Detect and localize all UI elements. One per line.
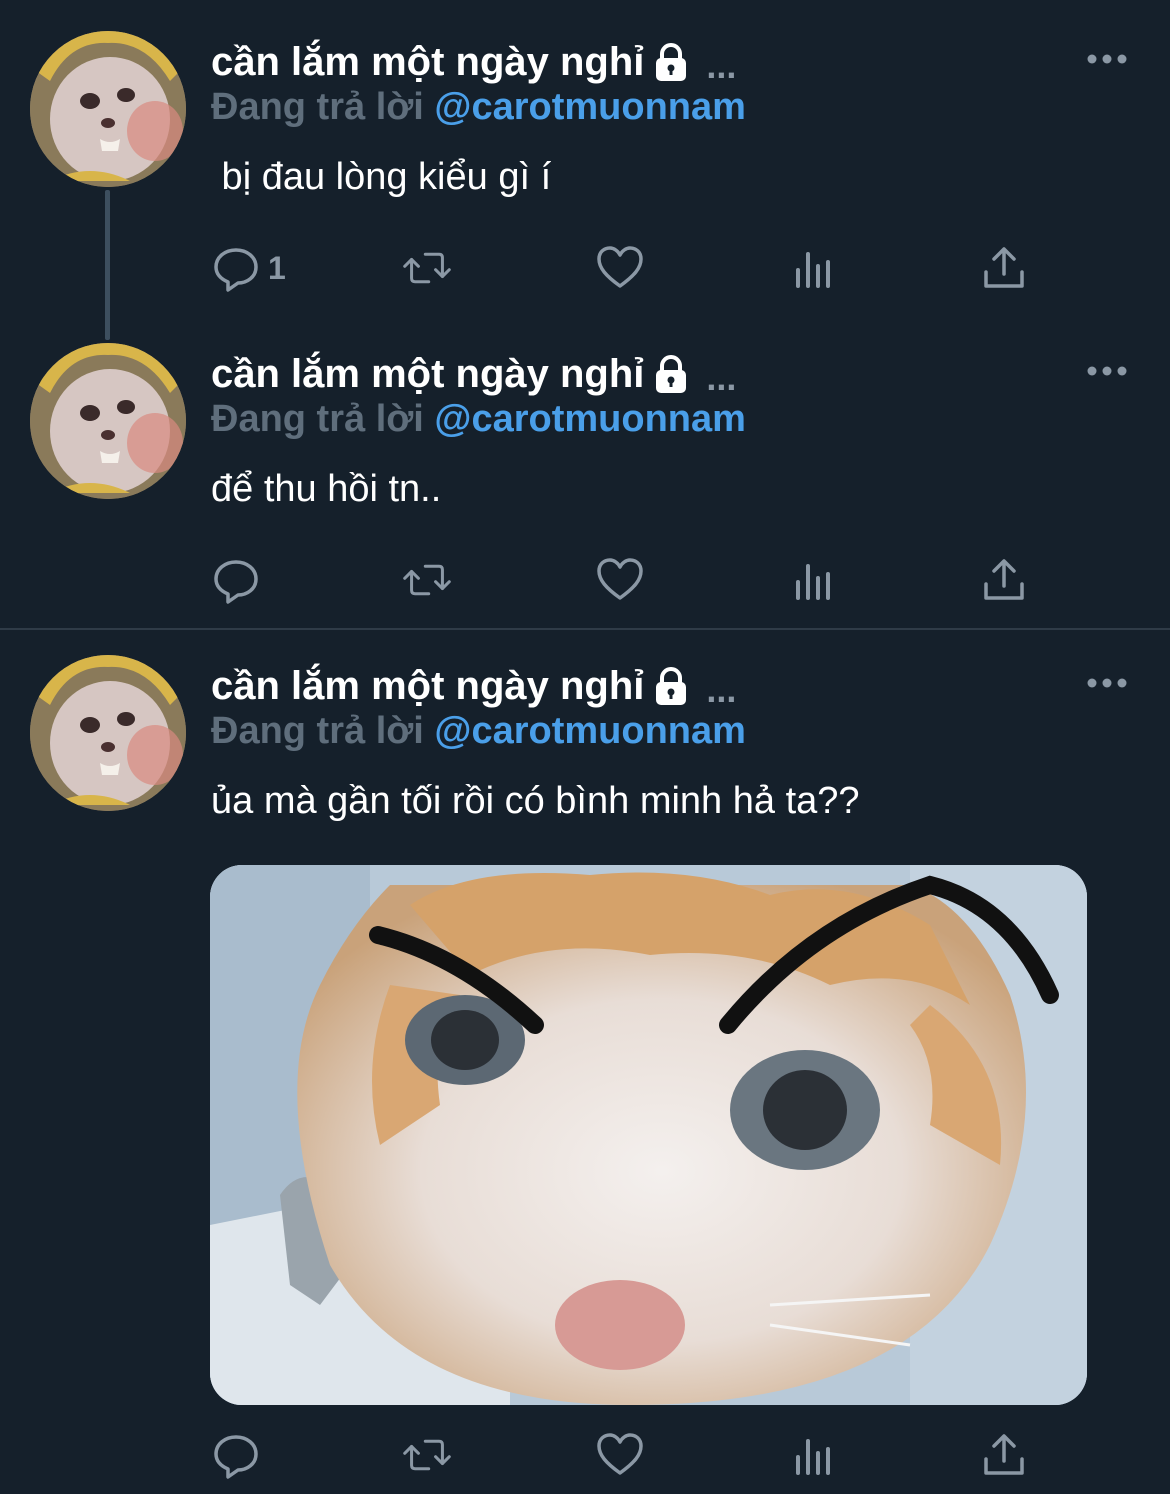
name-truncation: ... bbox=[706, 357, 737, 398]
action-bar bbox=[0, 550, 1170, 610]
name-truncation: ... bbox=[706, 45, 737, 86]
reply-handle-link[interactable]: @carotmuonnam bbox=[434, 398, 746, 440]
name-truncation: ... bbox=[706, 669, 737, 710]
display-name[interactable]: cần lắm một ngày nghỉ bbox=[211, 352, 644, 397]
display-name-row[interactable]: cần lắm một ngày nghỉ ... bbox=[211, 350, 737, 399]
analytics-button[interactable] bbox=[790, 1425, 838, 1485]
replying-to-label: Đang trả lời bbox=[211, 86, 424, 128]
share-icon bbox=[984, 559, 1024, 600]
retweet-button[interactable] bbox=[403, 1425, 451, 1485]
reply-icon bbox=[214, 248, 258, 292]
analytics-button[interactable] bbox=[790, 550, 838, 610]
heart-icon bbox=[597, 558, 643, 600]
reply-button[interactable] bbox=[212, 1425, 268, 1485]
lock-icon bbox=[650, 41, 692, 83]
reply-handle-link[interactable]: @carotmuonnam bbox=[434, 86, 746, 128]
replying-to: Đang trả lời @carotmuonnam bbox=[211, 710, 746, 756]
tweet-1[interactable]: cần lắm một ngày nghỉ ... Đang trả lời @… bbox=[0, 0, 1170, 340]
avatar[interactable] bbox=[30, 31, 186, 187]
lock-icon bbox=[650, 665, 692, 707]
avatar[interactable] bbox=[30, 343, 186, 499]
display-name-row[interactable]: cần lắm một ngày nghỉ ... bbox=[211, 38, 737, 87]
retweet-button[interactable] bbox=[403, 550, 451, 610]
display-name[interactable]: cần lắm một ngày nghỉ bbox=[211, 664, 644, 709]
reply-handle-link[interactable]: @carotmuonnam bbox=[434, 710, 746, 752]
like-button[interactable] bbox=[596, 238, 644, 298]
replying-to: Đang trả lời @carotmuonnam bbox=[211, 86, 746, 132]
tweet-text: ủa mà gần tối rồi có bình minh hả ta?? bbox=[211, 780, 860, 822]
reply-icon bbox=[214, 560, 258, 604]
more-icon[interactable] bbox=[1086, 674, 1128, 692]
analytics-icon bbox=[796, 1439, 830, 1475]
heart-icon bbox=[597, 246, 643, 288]
like-button[interactable] bbox=[596, 1425, 644, 1485]
media-image[interactable] bbox=[210, 865, 1087, 1405]
reply-button[interactable]: 1 bbox=[212, 238, 286, 298]
replying-to-label: Đang trả lời bbox=[211, 710, 424, 752]
reply-count: 1 bbox=[268, 249, 286, 286]
replying-to: Đang trả lời @carotmuonnam bbox=[211, 398, 746, 444]
more-icon[interactable] bbox=[1086, 50, 1128, 68]
tweet-text: để thu hồi tn.. bbox=[211, 468, 442, 510]
analytics-icon bbox=[796, 252, 830, 288]
reply-icon bbox=[214, 1435, 258, 1479]
share-button[interactable] bbox=[980, 1425, 1028, 1485]
share-icon bbox=[984, 247, 1024, 288]
replying-to-label: Đang trả lời bbox=[211, 398, 424, 440]
heart-icon bbox=[597, 1433, 643, 1475]
like-button[interactable] bbox=[596, 550, 644, 610]
share-icon bbox=[984, 1434, 1024, 1475]
retweet-button[interactable] bbox=[403, 238, 451, 298]
tweet-text: bị đau lòng kiểu gì í bbox=[211, 156, 552, 198]
action-bar bbox=[0, 1425, 1170, 1485]
avatar[interactable] bbox=[30, 655, 186, 811]
analytics-icon bbox=[796, 564, 830, 600]
more-icon[interactable] bbox=[1086, 362, 1128, 380]
display-name-row[interactable]: cần lắm một ngày nghỉ ... bbox=[211, 662, 737, 711]
retweet-icon bbox=[403, 252, 451, 284]
reply-button[interactable] bbox=[212, 550, 268, 610]
retweet-icon bbox=[403, 1439, 451, 1471]
analytics-button[interactable] bbox=[790, 238, 838, 298]
share-button[interactable] bbox=[980, 550, 1028, 610]
share-button[interactable] bbox=[980, 238, 1028, 298]
action-bar: 1 bbox=[0, 238, 1170, 298]
lock-icon bbox=[650, 353, 692, 395]
display-name[interactable]: cần lắm một ngày nghỉ bbox=[211, 40, 644, 85]
cat-photo bbox=[210, 865, 1087, 1405]
retweet-icon bbox=[403, 564, 451, 596]
tweet-2[interactable]: cần lắm một ngày nghỉ ... Đang trả lời @… bbox=[0, 320, 1170, 628]
